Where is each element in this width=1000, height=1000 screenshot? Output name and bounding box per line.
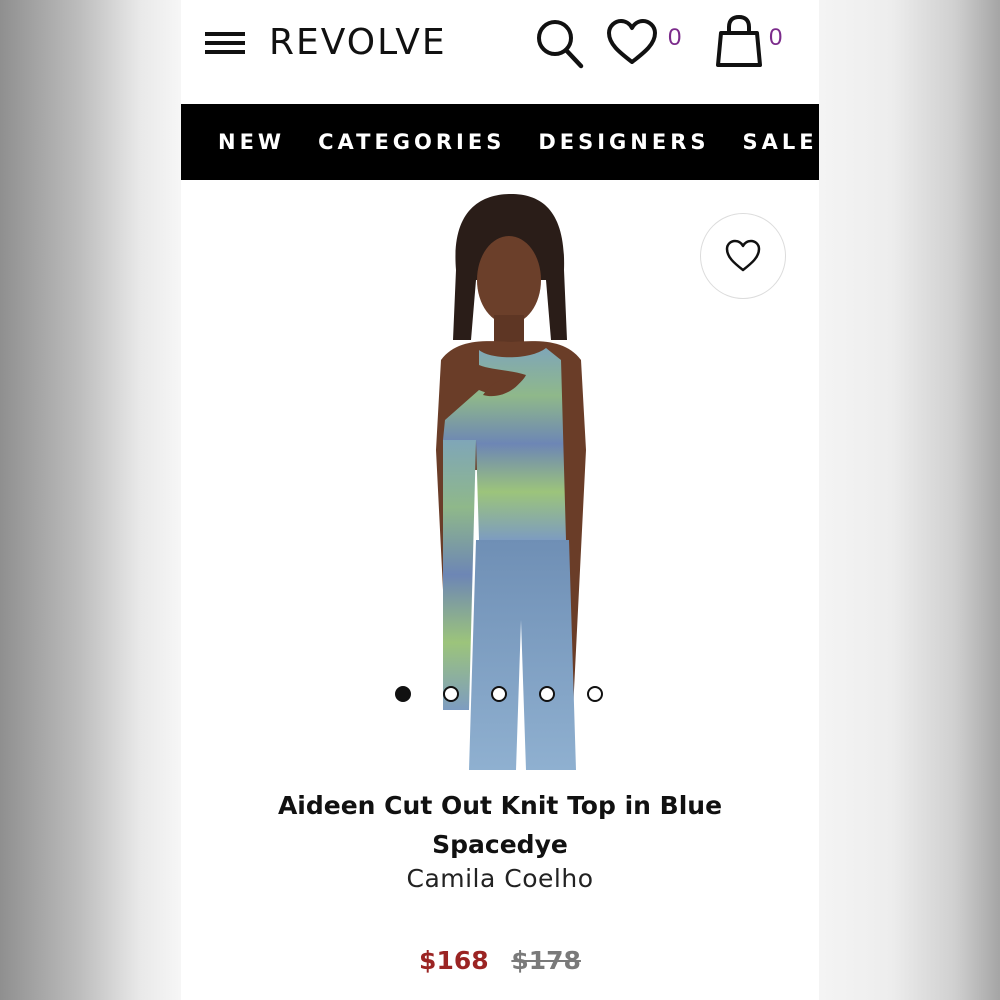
nav-item-designers[interactable]: DESIGNERS (538, 130, 709, 154)
carousel-dot[interactable] (443, 686, 459, 702)
site-header: REVOLVE 0 0 (181, 0, 819, 104)
product-page: REVOLVE 0 0 NEW CATEGORIES DESIGNERS SAL… (181, 0, 819, 1000)
product-image-carousel[interactable] (181, 180, 819, 770)
product-title-line-2: Spacedye (432, 830, 568, 859)
add-to-favorites-button[interactable] (700, 213, 786, 299)
carousel-dot[interactable] (491, 686, 507, 702)
heart-icon[interactable] (605, 18, 659, 68)
carousel-indicator (393, 686, 613, 706)
carousel-dot[interactable] (587, 686, 603, 702)
category-nav: NEW CATEGORIES DESIGNERS SALE (181, 104, 819, 180)
sale-price: $168 (419, 946, 489, 975)
product-photo (436, 194, 586, 770)
nav-item-new[interactable]: NEW (218, 130, 285, 154)
revolve-logo[interactable]: REVOLVE (269, 22, 447, 63)
carousel-dot[interactable] (395, 686, 411, 702)
favorite-heart-icon (725, 239, 761, 272)
price-row: $168 $178 (181, 946, 819, 975)
bag-count: 0 (769, 24, 783, 51)
product-brand[interactable]: Camila Coelho (241, 864, 759, 893)
wishlist-count: 0 (668, 24, 682, 51)
carousel-dot[interactable] (539, 686, 555, 702)
search-icon[interactable] (533, 16, 589, 72)
shopping-bag-icon[interactable] (713, 14, 765, 70)
product-title: Aideen Cut Out Knit Top in Blue Spacedye (241, 786, 759, 864)
original-price: $178 (511, 946, 581, 975)
nav-item-sale[interactable]: SALE (743, 130, 818, 154)
product-title-line-1: Aideen Cut Out Knit Top in Blue (277, 791, 723, 820)
nav-item-categories[interactable]: CATEGORIES (318, 130, 505, 154)
background-right (819, 0, 1000, 1000)
menu-icon[interactable] (205, 30, 247, 56)
